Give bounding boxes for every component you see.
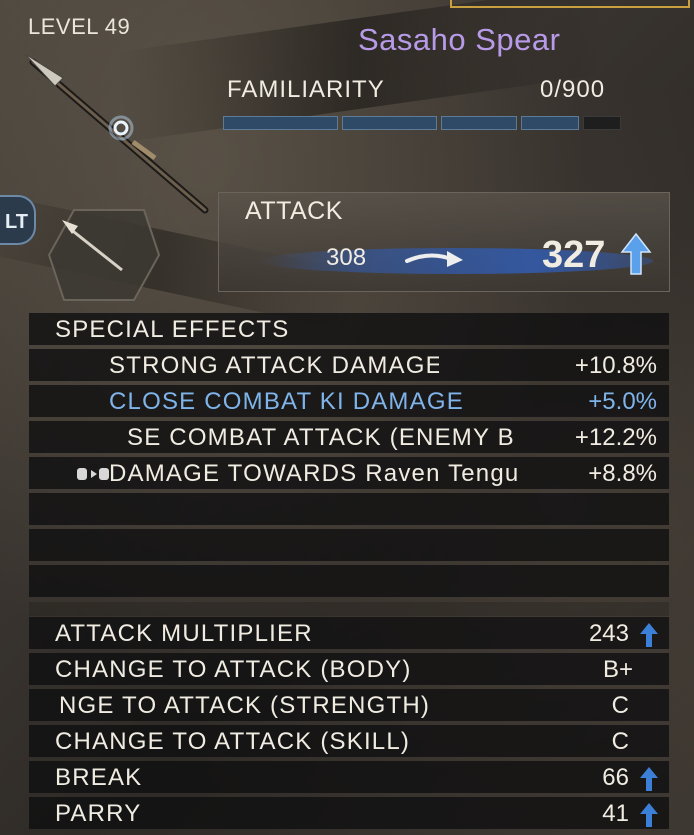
stat-row[interactable]: CHANGE TO ATTACK (BODY) B+ bbox=[29, 653, 669, 685]
effect-row[interactable]: SE COMBAT ATTACK (ENEMY B +12.2% bbox=[29, 421, 669, 453]
empty-effect-slot bbox=[29, 565, 669, 597]
effect-label: SE COMBAT ATTACK (ENEMY B bbox=[127, 424, 515, 451]
effect-value: +12.2% bbox=[574, 424, 657, 451]
section-divider bbox=[29, 602, 669, 616]
familiarity-segment bbox=[441, 116, 517, 130]
transfer-icon bbox=[77, 468, 109, 480]
spear-weapon-icon bbox=[24, 53, 209, 214]
stat-value: C bbox=[611, 728, 629, 755]
stat-label: ATTACK MULTIPLIER bbox=[55, 620, 313, 647]
stat-label: CHANGE TO ATTACK (BODY) bbox=[55, 656, 412, 683]
effect-value: +5.0% bbox=[588, 388, 657, 415]
effect-value: +10.8% bbox=[574, 352, 657, 379]
stat-label: PARRY bbox=[55, 800, 142, 827]
stat-row[interactable]: ATTACK MULTIPLIER 243 bbox=[29, 617, 669, 649]
effect-label: CLOSE COMBAT KI DAMAGE bbox=[109, 388, 464, 415]
empty-effect-slot bbox=[29, 493, 669, 525]
stat-value: C bbox=[611, 692, 629, 719]
effect-row[interactable]: CLOSE COMBAT KI DAMAGE +5.0% bbox=[29, 385, 669, 417]
effect-row[interactable]: STRONG ATTACK DAMAGE +10.8% bbox=[29, 349, 669, 381]
up-arrow-icon bbox=[620, 232, 652, 275]
effect-label: STRONG ATTACK DAMAGE bbox=[109, 352, 439, 379]
top-frame-edge bbox=[450, 0, 690, 8]
familiarity-segment bbox=[342, 116, 437, 130]
stat-value: 243 bbox=[588, 620, 629, 647]
familiarity-segment bbox=[223, 116, 338, 130]
up-arrow-icon bbox=[640, 767, 658, 791]
stat-label: NGE TO ATTACK (STRENGTH) bbox=[59, 692, 431, 719]
attack-new-value: 327 bbox=[542, 234, 606, 276]
stat-value: B+ bbox=[602, 656, 633, 683]
stat-row[interactable]: NGE TO ATTACK (STRENGTH) C bbox=[29, 689, 669, 721]
special-effects-title: SPECIAL EFFECTS bbox=[55, 316, 290, 343]
stat-row[interactable]: CHANGE TO ATTACK (SKILL) C bbox=[29, 725, 669, 757]
effect-label: DAMAGE TOWARDS Raven Tengu bbox=[109, 460, 520, 487]
familiarity-segment bbox=[583, 116, 621, 130]
stat-value: 66 bbox=[602, 764, 629, 791]
right-arrow-icon bbox=[405, 251, 463, 267]
weapon-level: LEVEL 49 bbox=[28, 14, 131, 39]
stat-row[interactable]: PARRY 41 bbox=[29, 797, 669, 829]
special-effects-header: SPECIAL EFFECTS bbox=[29, 313, 669, 345]
spear-category-icon bbox=[47, 209, 161, 301]
effect-value: +8.8% bbox=[588, 460, 657, 487]
familiarity-label: FAMILIARITY bbox=[227, 76, 385, 103]
effect-row[interactable]: DAMAGE TOWARDS Raven Tengu +8.8% bbox=[29, 457, 669, 489]
stat-value: 41 bbox=[602, 800, 629, 827]
familiarity-segment bbox=[521, 116, 579, 130]
familiarity-bar bbox=[223, 116, 621, 130]
attack-old-value: 308 bbox=[326, 244, 367, 271]
stat-label: CHANGE TO ATTACK (SKILL) bbox=[55, 728, 411, 755]
lt-button-hint[interactable]: LT bbox=[0, 195, 36, 245]
attack-label: ATTACK bbox=[245, 197, 343, 225]
stat-row[interactable]: BREAK 66 bbox=[29, 761, 669, 793]
weapon-details-panel: LEVEL 49 Sasaho Spear LT FAMILIARITY 0/9… bbox=[0, 0, 694, 835]
up-arrow-icon bbox=[640, 623, 658, 647]
up-arrow-icon bbox=[640, 803, 658, 827]
familiarity-value: 0/900 bbox=[540, 76, 606, 103]
empty-effect-slot bbox=[29, 529, 669, 561]
stat-label: BREAK bbox=[55, 764, 143, 791]
weapon-name: Sasaho Spear bbox=[358, 22, 561, 57]
